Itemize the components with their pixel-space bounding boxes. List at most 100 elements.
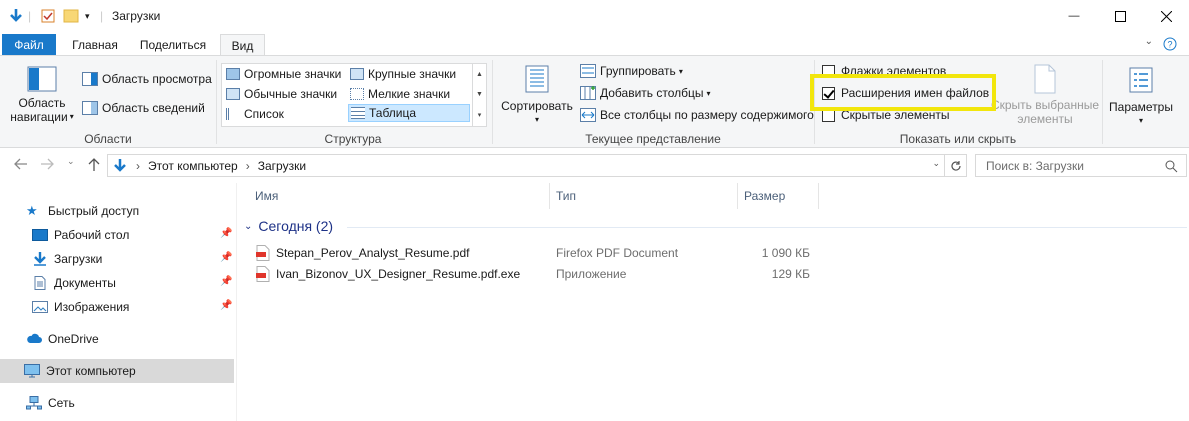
- layout-details[interactable]: Таблица: [348, 104, 470, 122]
- nav-desktop[interactable]: Рабочий стол: [32, 223, 236, 247]
- nav-pictures[interactable]: Изображения: [32, 295, 129, 319]
- forward-arrow-icon: [41, 158, 54, 170]
- recent-locations-icon[interactable]: ⌄: [67, 156, 75, 167]
- size-all-columns-button[interactable]: Все столбцы по размеру содержимого: [580, 108, 814, 122]
- explorer-icon[interactable]: [8, 7, 24, 25]
- small-icons-icon: [350, 88, 364, 100]
- details-pane-icon: [82, 101, 98, 115]
- large-icons-label: Крупные значки: [368, 67, 457, 81]
- help-icon[interactable]: ?: [1163, 37, 1177, 54]
- collapse-group-icon[interactable]: ⌄: [244, 221, 252, 232]
- pdf-file-icon: [256, 266, 270, 282]
- pane-splitter[interactable]: [236, 183, 237, 421]
- layout-small-icons[interactable]: Мелкие значки: [348, 85, 450, 103]
- column-separator[interactable]: [549, 183, 550, 209]
- file-row[interactable]: Ivan_Bizonov_UX_Designer_Resume.pdf.exe …: [250, 263, 830, 284]
- minimize-button[interactable]: —: [1051, 0, 1097, 32]
- nav-documents-label: Документы: [54, 276, 116, 290]
- layout-extra-large-icons[interactable]: Огромные значки: [224, 65, 341, 83]
- scroll-up-icon[interactable]: ▲: [476, 71, 483, 78]
- search-box[interactable]: Поиск в: Загрузки: [975, 154, 1187, 177]
- breadcrumb-downloads[interactable]: Загрузки: [258, 159, 306, 173]
- refresh-button[interactable]: [944, 155, 966, 176]
- sort-by-button[interactable]: Сортировать ▾: [500, 64, 574, 127]
- up-button[interactable]: [88, 158, 100, 175]
- up-arrow-icon: [88, 158, 100, 171]
- customize-toolbar-icon[interactable]: ▾: [85, 7, 90, 25]
- properties-icon[interactable]: [40, 7, 56, 25]
- close-button[interactable]: [1143, 0, 1189, 32]
- new-folder-icon[interactable]: [63, 7, 79, 25]
- sort-by-icon: [525, 65, 549, 93]
- nav-onedrive-label: OneDrive: [48, 332, 99, 346]
- navigation-pane: ★ Быстрый доступ Рабочий стол Загрузки Д…: [0, 183, 236, 421]
- layout-medium-icons[interactable]: Обычные значки: [224, 85, 337, 103]
- tab-file[interactable]: Файл: [2, 34, 56, 56]
- file-size: 129 КБ: [771, 267, 810, 281]
- details-pane-button[interactable]: Область сведений: [82, 101, 205, 115]
- navigation-pane-label2: навигации: [10, 110, 68, 124]
- layout-more-icon[interactable]: ▾: [478, 111, 482, 119]
- preview-pane-button[interactable]: Область просмотра: [82, 72, 212, 86]
- navigation-pane-button[interactable]: Область навигации ▾: [8, 66, 76, 124]
- tab-share[interactable]: Поделиться: [133, 34, 213, 56]
- nav-downloads[interactable]: Загрузки: [32, 247, 102, 271]
- address-bar[interactable]: › Этот компьютер › Загрузки ⌄: [107, 154, 967, 177]
- add-columns-button[interactable]: Добавить столбцы ▾: [580, 86, 711, 100]
- address-dropdown-icon[interactable]: ⌄: [932, 158, 940, 169]
- list-icon: [226, 108, 240, 120]
- nav-quick-access[interactable]: ★ Быстрый доступ: [26, 199, 139, 223]
- nav-network[interactable]: Сеть: [26, 391, 75, 415]
- layout-group-label: Структура: [324, 132, 382, 146]
- nav-desktop-label: Рабочий стол: [54, 228, 130, 242]
- nav-this-pc[interactable]: Этот компьютер: [0, 359, 234, 383]
- extra-large-icons-label: Огромные значки: [244, 67, 342, 81]
- layout-list[interactable]: Список: [224, 105, 284, 123]
- documents-icon: [34, 276, 46, 290]
- nav-onedrive[interactable]: OneDrive: [26, 327, 99, 351]
- forward-button[interactable]: [40, 158, 54, 173]
- layout-gallery: Огромные значки Крупные значки Обычные з…: [221, 63, 487, 127]
- expand-ribbon-icon[interactable]: ⌄: [1145, 36, 1153, 47]
- back-button[interactable]: [14, 158, 28, 173]
- column-separator[interactable]: [737, 183, 738, 209]
- column-header-name[interactable]: Имя: [255, 183, 278, 209]
- layout-large-icons[interactable]: Крупные значки: [348, 65, 456, 83]
- desktop-icon: [32, 229, 48, 241]
- hide-selected-icon: [1034, 64, 1056, 94]
- cloud-icon: [27, 333, 42, 343]
- breadcrumb-separator-icon[interactable]: ›: [246, 159, 250, 173]
- breadcrumb-separator-icon[interactable]: ›: [136, 159, 140, 173]
- file-name: Stepan_Perov_Analyst_Resume.pdf: [276, 246, 470, 260]
- scroll-down-icon[interactable]: ▼: [476, 91, 483, 98]
- column-header-type[interactable]: Тип: [556, 183, 576, 209]
- file-row[interactable]: Stepan_Perov_Analyst_Resume.pdf Firefox …: [250, 242, 830, 263]
- breadcrumb-this-pc[interactable]: Этот компьютер: [148, 159, 238, 173]
- column-header-size[interactable]: Размер: [744, 183, 785, 209]
- group-by-button[interactable]: Группировать ▾: [580, 64, 683, 78]
- add-columns-icon: [580, 86, 596, 100]
- search-input[interactable]: Поиск в: Загрузки: [986, 159, 1084, 173]
- group-separator: [1102, 60, 1103, 144]
- layout-scroll[interactable]: ▲ ▼ ▾: [472, 64, 486, 126]
- options-button[interactable]: Параметры ▾: [1106, 66, 1176, 128]
- pdf-file-icon: [256, 245, 270, 261]
- back-arrow-icon: [14, 158, 27, 170]
- downloads-icon: [34, 252, 46, 266]
- group-header-today[interactable]: ⌄ Сегодня (2): [244, 218, 333, 234]
- ribbon: Область навигации ▾ Область просмотра Об…: [0, 55, 1189, 148]
- tab-home[interactable]: Главная: [60, 34, 130, 56]
- nav-documents[interactable]: Документы: [32, 271, 116, 295]
- pin-icon: 📌: [220, 300, 233, 311]
- file-extensions-highlight: [810, 74, 996, 111]
- file-type: Firefox PDF Document: [556, 246, 679, 260]
- nav-quick-access-label: Быстрый доступ: [48, 204, 140, 218]
- hide-selected-items-button[interactable]: Скрыть выбранные элементы: [990, 64, 1100, 126]
- maximize-button[interactable]: [1097, 0, 1143, 32]
- group-title: Сегодня (2): [258, 218, 334, 234]
- tab-view[interactable]: Вид: [220, 34, 265, 57]
- list-label: Список: [244, 107, 284, 121]
- pin-icon: 📌: [220, 252, 233, 263]
- sort-by-label: Сортировать: [501, 99, 573, 113]
- column-separator[interactable]: [818, 183, 819, 209]
